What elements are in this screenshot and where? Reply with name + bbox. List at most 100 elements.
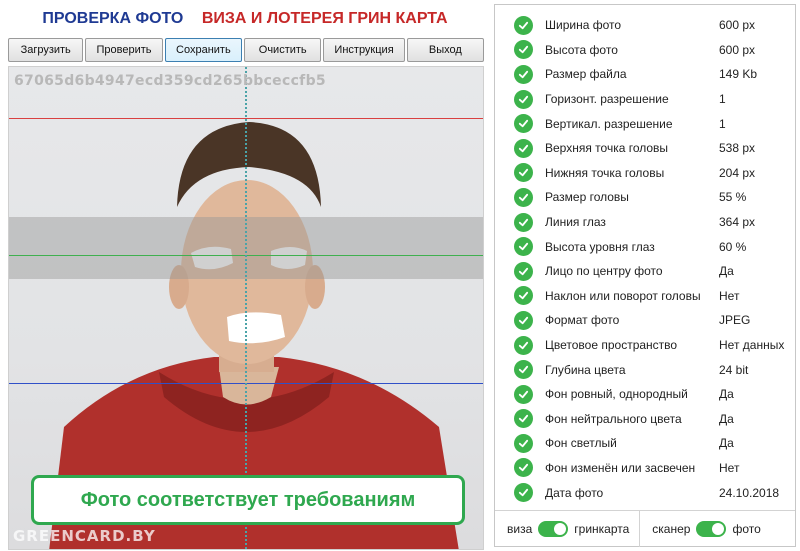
check-icon bbox=[514, 114, 533, 134]
result-row: Формат фото JPEG bbox=[495, 308, 795, 333]
result-label: Верхняя точка головы bbox=[545, 141, 669, 156]
result-row: Размер файла 149 Kb bbox=[495, 62, 795, 87]
results-panel: Ширина фото 600 px Высота фото 600 px Размер… bbox=[494, 4, 796, 547]
check-icon bbox=[514, 433, 533, 453]
instructions-button[interactable]: Инструкция bbox=[323, 38, 405, 62]
result-value: 600 px bbox=[719, 18, 756, 33]
result-label: Наклон или поворот головы bbox=[545, 288, 701, 303]
result-row: Высота уровня глаз 60 % bbox=[495, 234, 795, 259]
result-row: Верхняя точка головы 538 px bbox=[495, 136, 795, 161]
save-button[interactable]: Сохранить bbox=[164, 38, 243, 62]
scanner-label: сканер bbox=[652, 521, 691, 536]
result-label: Дата фото bbox=[545, 485, 604, 500]
result-value: 24.10.2018 bbox=[719, 485, 780, 500]
result-row: Вертикал. разрешение 1 bbox=[495, 111, 795, 136]
result-label: Нижняя точка головы bbox=[545, 165, 665, 180]
result-label: Вертикал. разрешение bbox=[545, 116, 673, 131]
check-icon bbox=[514, 40, 533, 60]
check-icon bbox=[514, 187, 533, 207]
exit-button[interactable]: Выход bbox=[406, 38, 485, 62]
check-icon bbox=[514, 286, 533, 306]
result-label: Фон светлый bbox=[545, 436, 617, 451]
toolbar: Загрузить Проверить Сохранить Очистить И… bbox=[8, 38, 485, 62]
result-row: Фон нейтрального цвета Да bbox=[495, 407, 795, 432]
result-row: Фон светлый Да bbox=[495, 431, 795, 456]
result-value: Нет данных bbox=[719, 338, 785, 353]
check-icon bbox=[514, 64, 533, 84]
result-value: 538 px bbox=[719, 141, 756, 156]
result-value: 364 px bbox=[719, 215, 756, 230]
result-label: Высота фото bbox=[545, 42, 618, 57]
result-value: 600 px bbox=[719, 42, 756, 57]
footer-divider bbox=[639, 510, 641, 547]
result-row: Высота фото 600 px bbox=[495, 38, 795, 63]
result-label: Фон изменён или засвечен bbox=[545, 460, 696, 475]
check-icon bbox=[514, 212, 533, 232]
check-icon bbox=[514, 261, 533, 281]
check-icon bbox=[514, 310, 533, 330]
result-row: Наклон или поворот головы Нет bbox=[495, 284, 795, 309]
result-row: Линия глаз 364 px bbox=[495, 210, 795, 235]
result-value: Да bbox=[719, 387, 734, 402]
check-icon bbox=[514, 409, 533, 429]
clear-button[interactable]: Очистить bbox=[244, 38, 322, 62]
photo-label: фото bbox=[732, 521, 761, 536]
result-label: Цветовое пространство bbox=[545, 338, 678, 353]
check-icon bbox=[514, 335, 533, 355]
watermark: GREENCARD.BY bbox=[13, 527, 156, 545]
result-row: Глубина цвета 24 bit bbox=[495, 357, 795, 382]
check-icon bbox=[514, 483, 533, 503]
check-icon bbox=[514, 163, 533, 183]
greencard-label: гринкарта bbox=[574, 521, 630, 536]
result-value: 1 bbox=[719, 92, 726, 107]
result-value: 149 Kb bbox=[719, 67, 758, 82]
result-row: Размер головы 55 % bbox=[495, 185, 795, 210]
result-row: Ширина фото 600 px bbox=[495, 13, 795, 38]
photo-hash: 67065d6b4947ecd359cd265bbceccfb5 bbox=[14, 73, 326, 89]
result-label: Формат фото bbox=[545, 313, 620, 328]
app-title: ПРОВЕРКА ФОТО ВИЗА И ЛОТЕРЕЯ ГРИН КАРТА bbox=[0, 10, 490, 28]
check-icon bbox=[514, 384, 533, 404]
result-value: Да bbox=[719, 264, 734, 279]
result-label: Глубина цвета bbox=[545, 362, 626, 377]
load-button[interactable]: Загрузить bbox=[8, 38, 84, 62]
check-icon bbox=[514, 237, 533, 257]
title-photo-check: ПРОВЕРКА ФОТО bbox=[42, 10, 184, 27]
result-row: Фон изменён или засвечен Нет bbox=[495, 456, 795, 481]
result-row: Нижняя точка головы 204 px bbox=[495, 161, 795, 186]
result-value: JPEG bbox=[719, 313, 751, 328]
result-label: Высота уровня глаз bbox=[545, 239, 655, 254]
result-value: 24 bit bbox=[719, 362, 749, 377]
result-label: Размер головы bbox=[545, 190, 629, 205]
visa-label: виза bbox=[507, 521, 533, 536]
scanner-photo-toggle[interactable] bbox=[696, 520, 727, 537]
result-label: Ширина фото bbox=[545, 18, 622, 33]
result-row: Дата фото 24.10.2018 bbox=[495, 480, 795, 505]
results-list: Ширина фото 600 px Высота фото 600 px Размер… bbox=[495, 13, 795, 505]
result-value: 204 px bbox=[719, 165, 756, 180]
title-visa-lottery: ВИЗА И ЛОТЕРЕЯ ГРИН КАРТА bbox=[201, 10, 448, 27]
result-value: Да bbox=[719, 411, 734, 426]
check-icon bbox=[514, 360, 533, 380]
check-button[interactable]: Проверить bbox=[85, 38, 163, 62]
toggle-knob bbox=[554, 522, 567, 535]
result-label: Линия глаз bbox=[545, 215, 606, 230]
toggle-knob bbox=[712, 522, 725, 535]
mode-toggles: виза гринкарта сканер фото bbox=[495, 510, 795, 547]
check-icon bbox=[514, 15, 533, 35]
result-value: 55 % bbox=[719, 190, 747, 205]
result-row: Горизонт. разрешение 1 bbox=[495, 87, 795, 112]
visa-greencard-toggle[interactable] bbox=[538, 520, 569, 537]
result-value: Нет bbox=[719, 288, 740, 303]
result-value: Да bbox=[719, 436, 734, 451]
verdict-banner: Фото соответствует требованиям bbox=[31, 475, 465, 525]
check-icon bbox=[514, 458, 533, 478]
check-icon bbox=[514, 89, 533, 109]
result-row: Цветовое пространство Нет данных bbox=[495, 333, 795, 358]
result-value: 60 % bbox=[719, 239, 747, 254]
result-row: Фон ровный, однородный Да bbox=[495, 382, 795, 407]
result-value: Нет bbox=[719, 460, 740, 475]
check-icon bbox=[514, 138, 533, 158]
result-label: Фон ровный, однородный bbox=[545, 387, 688, 402]
result-label: Горизонт. разрешение bbox=[545, 92, 669, 107]
